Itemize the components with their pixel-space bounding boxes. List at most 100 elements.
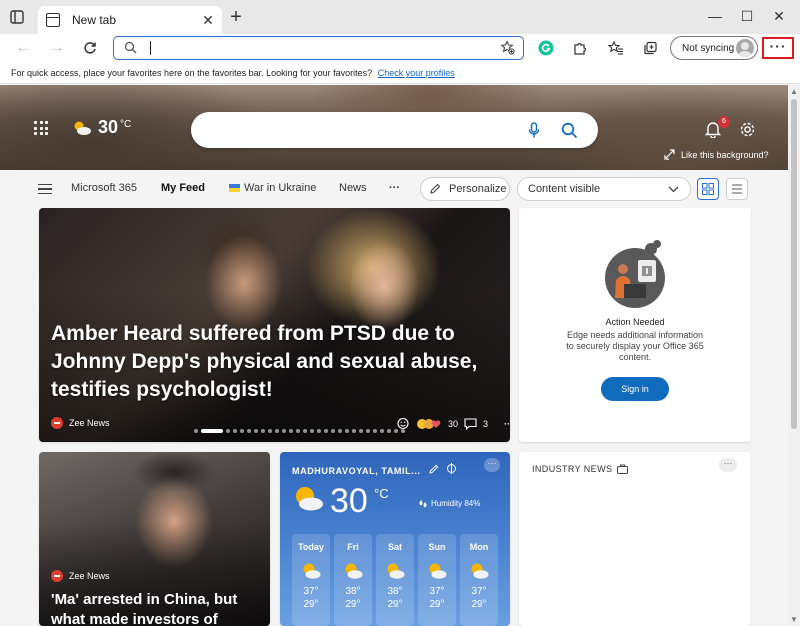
carousel-dot[interactable]: [201, 429, 223, 433]
address-bar[interactable]: [113, 36, 524, 60]
grid-view-button[interactable]: [697, 178, 719, 200]
carousel-dot[interactable]: [240, 429, 244, 433]
edit-location-pencil-icon[interactable]: [429, 464, 439, 474]
carousel-dot[interactable]: [275, 429, 279, 433]
carousel-dot[interactable]: [247, 429, 251, 433]
list-view-button[interactable]: [726, 178, 748, 200]
check-profiles-link[interactable]: Check your profiles: [378, 68, 455, 78]
top-story-card[interactable]: Amber Heard suffered from PTSD due to Jo…: [39, 208, 510, 442]
carousel-dot[interactable]: [359, 429, 363, 433]
page-scrollbar[interactable]: ▲ ▼: [788, 85, 800, 626]
app-launcher-icon[interactable]: [34, 121, 48, 135]
forecast-day[interactable]: Sun 37° 29°: [418, 534, 456, 626]
weather-location[interactable]: MADHURAVOYAL, TAMIL...: [292, 463, 457, 476]
ma-story-headline[interactable]: 'Ma' arrested in China, but what made in…: [51, 590, 261, 626]
action-needed-message: Edge needs additional information to sec…: [566, 330, 704, 362]
extensions-puzzle-icon[interactable]: [569, 38, 589, 58]
web-search-input[interactable]: [209, 121, 529, 139]
nav-my-feed[interactable]: My Feed: [161, 182, 205, 194]
current-temperature-unit: °C: [374, 486, 389, 501]
tab-strip: New tab ✕ + — ☐ ✕: [0, 0, 800, 34]
web-search-box[interactable]: [191, 112, 598, 148]
carousel-dot[interactable]: [289, 429, 293, 433]
content-visibility-select[interactable]: Content visible: [517, 177, 691, 201]
story-more-icon[interactable]: ···: [504, 419, 510, 429]
carousel-dot[interactable]: [366, 429, 370, 433]
close-tab-icon[interactable]: ✕: [200, 12, 216, 28]
back-arrow-icon[interactable]: ←: [12, 37, 34, 59]
search-submit-icon[interactable]: [561, 122, 578, 139]
carousel-dot[interactable]: [268, 429, 272, 433]
weather-widget[interactable]: 30 °C: [72, 117, 131, 138]
new-tab-button[interactable]: +: [226, 7, 246, 28]
microphone-icon[interactable]: [528, 122, 540, 139]
carousel-dot[interactable]: [296, 429, 300, 433]
nav-war-in-ukraine[interactable]: War in Ukraine: [229, 182, 316, 194]
tab-new-tab[interactable]: New tab ✕: [38, 6, 222, 34]
scroll-down-arrow-icon[interactable]: ▼: [790, 615, 798, 624]
carousel-dot[interactable]: [345, 429, 349, 433]
carousel-dot[interactable]: [387, 429, 391, 433]
carousel-dot[interactable]: [233, 429, 237, 433]
carousel-dot[interactable]: [373, 429, 377, 433]
comment-icon[interactable]: [464, 417, 477, 430]
forecast-day[interactable]: Fri 38° 29°: [334, 534, 372, 626]
ukraine-flag-icon: [229, 184, 240, 193]
forecast-day[interactable]: Mon 37° 29°: [460, 534, 498, 626]
carousel-dot[interactable]: [226, 429, 230, 433]
carousel-indicator[interactable]: [194, 429, 405, 433]
forecast-day[interactable]: Today 37° 29°: [292, 534, 330, 626]
minimize-button[interactable]: —: [704, 6, 726, 26]
nav-microsoft-365[interactable]: Microsoft 365: [71, 182, 137, 194]
like-background-button[interactable]: Like this background?: [664, 149, 769, 160]
carousel-dot[interactable]: [310, 429, 314, 433]
refresh-icon[interactable]: [79, 37, 101, 59]
humidity-label: Humidity 84%: [431, 499, 481, 508]
tab-actions-icon[interactable]: [8, 8, 26, 26]
pencil-icon: [430, 183, 441, 194]
carousel-dot[interactable]: [194, 429, 198, 433]
carousel-dot[interactable]: [380, 429, 384, 433]
ma-story-source: Zee News: [51, 570, 110, 582]
location-target-icon[interactable]: [446, 463, 457, 474]
scrollbar-thumb[interactable]: [791, 99, 797, 429]
add-reaction-icon[interactable]: [397, 417, 410, 430]
reaction-count: 30: [448, 418, 459, 429]
collections-icon[interactable]: [640, 38, 660, 58]
industry-news-more-icon[interactable]: ···: [719, 458, 737, 472]
profile-sync-button[interactable]: Not syncing: [670, 36, 758, 60]
personalize-label: Personalize: [449, 183, 507, 195]
add-favorite-star-icon[interactable]: [500, 40, 515, 60]
forward-arrow-icon[interactable]: →: [46, 37, 68, 59]
news-story-card[interactable]: Zee News 'Ma' arrested in China, but wha…: [39, 452, 270, 626]
settings-and-more-button[interactable]: ···: [762, 37, 794, 59]
comment-count: 3: [483, 418, 489, 429]
close-window-button[interactable]: ✕: [768, 6, 790, 26]
nav-news[interactable]: News: [339, 182, 367, 194]
personalize-button[interactable]: Personalize: [420, 177, 510, 201]
forecast-day[interactable]: Sat 38° 29°: [376, 534, 414, 626]
carousel-dot[interactable]: [338, 429, 342, 433]
chevron-down-icon: [668, 186, 679, 193]
address-input[interactable]: [148, 39, 488, 57]
carousel-dot[interactable]: [254, 429, 258, 433]
carousel-dot[interactable]: [352, 429, 356, 433]
nav-more-icon[interactable]: ···: [389, 182, 400, 194]
maximize-button[interactable]: ☐: [736, 6, 758, 26]
sign-in-button[interactable]: Sign in: [601, 377, 669, 401]
carousel-dot[interactable]: [303, 429, 307, 433]
carousel-dot[interactable]: [324, 429, 328, 433]
grammarly-extension-icon[interactable]: [536, 38, 556, 58]
weather-more-icon[interactable]: ···: [484, 458, 500, 472]
top-story-headline[interactable]: Amber Heard suffered from PTSD due to Jo…: [51, 320, 481, 404]
industry-news-card: INDUSTRY NEWS ···: [519, 452, 751, 626]
carousel-dot[interactable]: [317, 429, 321, 433]
carousel-dot[interactable]: [261, 429, 265, 433]
feed-menu-icon[interactable]: [38, 184, 52, 194]
favorites-icon[interactable]: [606, 38, 626, 58]
scroll-up-arrow-icon[interactable]: ▲: [790, 87, 798, 96]
carousel-dot[interactable]: [282, 429, 286, 433]
carousel-dot[interactable]: [331, 429, 335, 433]
weather-card[interactable]: MADHURAVOYAL, TAMIL... ··· 30 °C Humidit…: [280, 452, 510, 626]
page-settings-gear-icon[interactable]: [739, 121, 756, 138]
